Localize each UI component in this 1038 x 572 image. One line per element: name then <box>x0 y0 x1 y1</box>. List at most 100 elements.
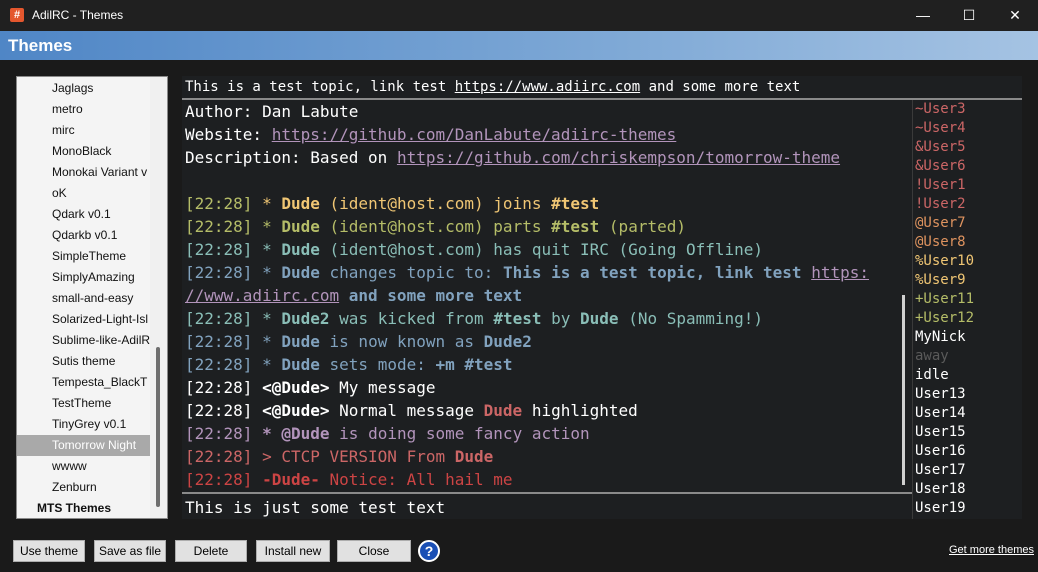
theme-list-scrollbar[interactable] <box>150 77 167 518</box>
theme-item-zenburn[interactable]: Zenburn <box>17 477 150 498</box>
event-text: has quit IRC (Going Offline) <box>493 240 764 259</box>
nick-item[interactable]: @User7 <box>915 214 966 233</box>
close-window-button[interactable]: ✕ <box>992 0 1038 31</box>
maximize-icon: ☐ <box>962 7 976 23</box>
topic-link[interactable]: https://www.adiirc.com <box>455 79 640 95</box>
notice-line: [22:28] -Dude- Notice: All hail me <box>185 468 513 491</box>
nick-item[interactable]: ~User4 <box>915 119 966 138</box>
save-as-file-button[interactable]: Save as file <box>94 540 166 562</box>
app-icon: # <box>10 8 24 22</box>
nick-item[interactable]: &User6 <box>915 157 966 176</box>
close-button[interactable]: Close <box>337 540 411 562</box>
chat-scroll-thumb[interactable] <box>902 295 905 485</box>
nick-item[interactable]: @User8 <box>915 233 966 252</box>
chat-preview: Author: Dan Labute Website: https://gith… <box>182 100 895 492</box>
nick-item[interactable]: !User2 <box>915 195 966 214</box>
theme-item-tempesta[interactable]: Tempesta_BlackT <box>17 372 150 393</box>
nick-item[interactable]: User13 <box>915 385 966 404</box>
nick: Dude <box>281 263 320 282</box>
message-input[interactable]: This is just some test text <box>182 492 912 519</box>
themes-header: Themes <box>0 31 1038 60</box>
ctcp-text: > CTCP VERSION From <box>262 447 446 466</box>
nick-item[interactable]: User19 <box>915 499 966 518</box>
theme-item-tomorrow-night[interactable]: Tomorrow Night <box>17 435 150 456</box>
nick-item[interactable]: idle <box>915 366 949 385</box>
theme-item-small-and-easy[interactable]: small-and-easy <box>17 288 150 309</box>
theme-item-qdark[interactable]: Qdark v0.1 <box>17 204 150 225</box>
event-text: parts <box>493 217 542 236</box>
install-new-button[interactable]: Install new <box>256 540 330 562</box>
theme-item-solarized-light[interactable]: Solarized-Light-Isl <box>17 309 150 330</box>
kicker-nick: Dude <box>580 309 619 328</box>
website-label: Website: <box>185 125 272 144</box>
nick-item[interactable]: User15 <box>915 423 966 442</box>
help-icon[interactable]: ? <box>418 540 440 562</box>
theme-item-wwww[interactable]: wwww <box>17 456 150 477</box>
nick: Dude <box>281 332 320 351</box>
get-more-themes-link[interactable]: Get more themes <box>949 544 1034 556</box>
theme-item-testtheme[interactable]: TestTheme <box>17 393 150 414</box>
mode-value: +m #test <box>435 355 513 374</box>
nick-item[interactable]: &User5 <box>915 138 966 157</box>
author-value: Dan Labute <box>262 102 359 121</box>
timestamp: [22:28] <box>185 240 253 259</box>
nick: <@Dude> <box>262 401 330 420</box>
description-prefix: Based on <box>310 148 397 167</box>
host: (ident@host.com) <box>329 217 484 236</box>
nick-item[interactable]: MyNick <box>915 328 966 347</box>
nick-item[interactable]: %User10 <box>915 252 974 271</box>
nick: Dude <box>281 194 320 213</box>
nick: Dude <box>281 355 320 374</box>
nick: Dude <box>281 240 320 259</box>
nick: Dude <box>454 447 494 466</box>
theme-list[interactable]: Jaglags metro mirc MonoBlack Monokai Var… <box>16 76 168 519</box>
chat-scrollbar[interactable] <box>895 100 912 492</box>
nick-list[interactable]: ~User3 ~User4 &User5 &User6 !User1 !User… <box>912 100 1022 519</box>
event-star: * <box>262 263 272 282</box>
nick-item[interactable]: User17 <box>915 461 966 480</box>
nick-item[interactable]: +User12 <box>915 309 974 328</box>
event-star: * <box>262 332 272 351</box>
event-text-by: by <box>551 309 571 328</box>
reason: (parted) <box>608 217 686 236</box>
event-star: * <box>262 194 272 213</box>
use-theme-button[interactable]: Use theme <box>13 540 85 562</box>
nick-item[interactable]: User16 <box>915 442 966 461</box>
theme-item-simpletheme[interactable]: SimpleTheme <box>17 246 150 267</box>
theme-item-metro[interactable]: metro <box>17 99 150 120</box>
topic-link-part1[interactable]: https: <box>811 263 869 282</box>
delete-button[interactable]: Delete <box>175 540 247 562</box>
website-link[interactable]: https://github.com/DanLabute/adiirc-them… <box>272 125 677 144</box>
theme-item-sublime-like[interactable]: Sublime-like-AdilR <box>17 330 150 351</box>
theme-item-jaglags[interactable]: Jaglags <box>17 78 150 99</box>
theme-item-ok[interactable]: oK <box>17 183 150 204</box>
nick: Dude2 <box>281 309 330 328</box>
nick-item[interactable]: +User11 <box>915 290 974 309</box>
theme-group-mts[interactable]: MTS Themes <box>17 498 150 518</box>
highlight-line: [22:28] <@Dude> Normal message Dude high… <box>185 399 638 422</box>
nick-item[interactable]: ~User3 <box>915 100 966 119</box>
nick-item[interactable]: User14 <box>915 404 966 423</box>
theme-item-qdarkb[interactable]: Qdarkb v0.1 <box>17 225 150 246</box>
nick-item[interactable]: !User1 <box>915 176 966 195</box>
theme-item-sutis[interactable]: Sutis theme <box>17 351 150 372</box>
topic-text-suffix: and some more text <box>640 79 801 95</box>
description-link[interactable]: https://github.com/chriskempson/tomorrow… <box>397 148 840 167</box>
theme-item-monoblack[interactable]: MonoBlack <box>17 141 150 162</box>
maximize-button[interactable]: ☐ <box>946 0 992 31</box>
event-star: * <box>262 240 272 259</box>
theme-item-tinygrey[interactable]: TinyGrey v0.1 <box>17 414 150 435</box>
theme-item-mirc[interactable]: mirc <box>17 120 150 141</box>
topic-link-part2[interactable]: //www.adiirc.com <box>185 286 339 305</box>
minimize-button[interactable]: — <box>900 0 946 31</box>
theme-item-simplyamazing[interactable]: SimplyAmazing <box>17 267 150 288</box>
nick-item[interactable]: away <box>915 347 949 366</box>
nick: Dude <box>281 217 320 236</box>
event-text: sets mode: <box>329 355 426 374</box>
theme-item-monokai-variant[interactable]: Monokai Variant v <box>17 162 150 183</box>
channel: #test <box>551 217 600 236</box>
message-line: [22:28] <@Dude> My message <box>185 376 435 399</box>
nick-item[interactable]: User18 <box>915 480 966 499</box>
theme-list-scroll-thumb[interactable] <box>156 347 160 507</box>
nick-item[interactable]: %User9 <box>915 271 966 290</box>
